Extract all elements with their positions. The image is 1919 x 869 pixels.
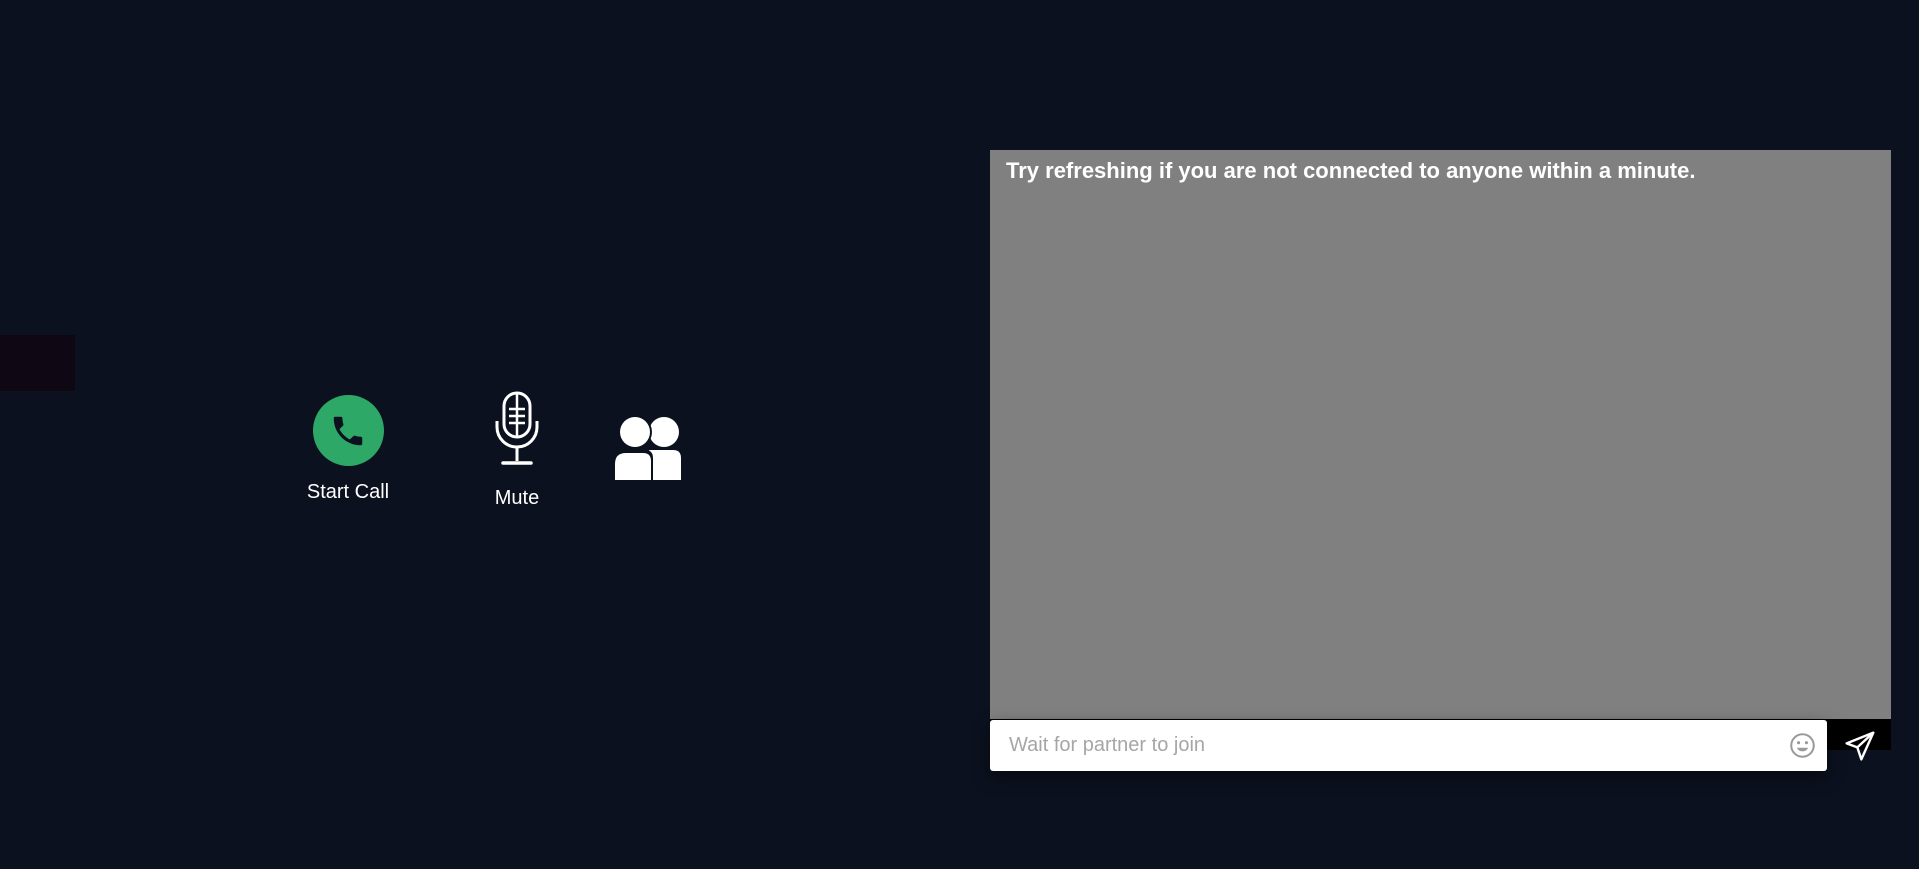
send-icon[interactable] <box>1844 730 1876 762</box>
chat-messages-panel: Try refreshing if you are not connected … <box>990 150 1891 719</box>
app-page: Start Call Mute Try refreshing if you ar… <box>0 0 1919 869</box>
phone-icon <box>312 395 384 466</box>
connection-notice: Try refreshing if you are not connected … <box>1006 158 1696 183</box>
chat-input-container <box>990 720 1827 771</box>
users-button[interactable] <box>613 412 685 484</box>
start-call-button[interactable]: Start Call <box>300 392 396 504</box>
smiley-icon[interactable] <box>1789 732 1816 759</box>
chat-message-input[interactable] <box>990 720 1779 771</box>
side-panel-stub <box>0 335 75 391</box>
microphone-icon <box>495 391 539 465</box>
mute-label: Mute <box>494 487 540 509</box>
users-icon <box>613 415 681 480</box>
start-call-label: Start Call <box>306 481 390 503</box>
mute-button[interactable]: Mute <box>477 391 557 510</box>
